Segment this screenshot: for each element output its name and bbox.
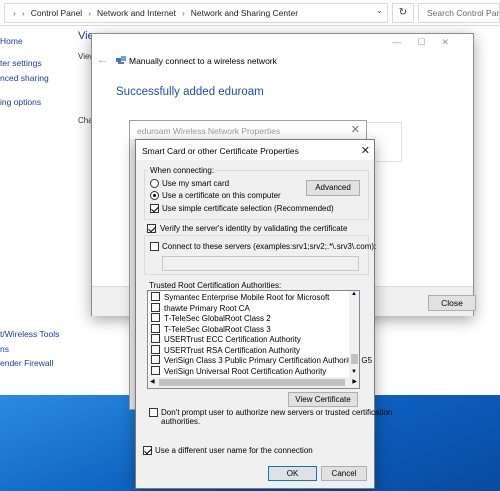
breadcrumb-control-panel[interactable]: Control Panel <box>31 8 83 18</box>
list-item[interactable]: thawte Primary Root CA <box>151 302 250 314</box>
address-bar: › › Control Panel › Network and Internet… <box>0 0 500 26</box>
scroll-thumb[interactable] <box>351 354 358 364</box>
ca-name: Symantec Enterprise Mobile Root for Micr… <box>164 293 330 302</box>
scroll-down-icon[interactable]: ▼ <box>351 369 357 375</box>
list-item[interactable]: T-TeleSec GlobalRoot Class 3 <box>151 323 271 335</box>
ca-name: VeriSign Class 3 Public Primary Certific… <box>164 356 373 365</box>
sidebar-item-media-streaming[interactable]: ing options <box>0 97 41 107</box>
eduroam-title: eduroam Wireless Network Properties <box>137 126 281 136</box>
sidebar-item-advanced-sharing[interactable]: nced sharing <box>0 73 49 83</box>
close-button[interactable]: Close <box>428 295 476 311</box>
trusted-root-label: Trusted Root Certification Authorities: <box>149 281 282 290</box>
dont-prompt-checkbox[interactable] <box>149 408 158 417</box>
ok-button[interactable]: OK <box>268 466 317 481</box>
ca-checkbox[interactable] <box>151 323 160 333</box>
scroll-left-icon[interactable]: ◀ <box>150 378 155 385</box>
chevron-right-icon: › <box>13 8 16 18</box>
ca-checkbox[interactable] <box>151 355 160 365</box>
list-item[interactable]: USERTrust ECC Certification Authority <box>151 334 301 345</box>
connect-servers-label[interactable]: Connect to these servers (examples:srv1;… <box>162 242 376 251</box>
ca-name: T-TeleSec GlobalRoot Class 3 <box>164 324 271 334</box>
dont-prompt-label-line2[interactable]: authorities. <box>161 417 200 426</box>
use-certificate-label[interactable]: Use a certificate on this computer <box>162 191 281 200</box>
ca-checkbox[interactable] <box>151 334 160 344</box>
network-icon <box>116 56 126 64</box>
connect-servers-checkbox[interactable] <box>150 242 159 251</box>
view-certificate-button[interactable]: View Certificate <box>288 392 358 407</box>
advanced-button[interactable]: Advanced <box>306 180 360 196</box>
horizontal-scrollbar[interactable]: ◀ ▶ <box>148 377 359 388</box>
ca-name: USERTrust ECC Certification Authority <box>164 335 301 344</box>
use-certificate-radio[interactable] <box>150 191 159 200</box>
when-connecting-label: When connecting: <box>148 166 217 175</box>
breadcrumb-network-internet[interactable]: Network and Internet <box>97 8 176 18</box>
different-user-label[interactable]: Use a different user name for the connec… <box>155 446 313 455</box>
dont-prompt-label[interactable]: Don't prompt user to authorize new serve… <box>161 408 392 417</box>
ca-name: thawte Primary Root CA <box>164 303 250 313</box>
smartcard-title: Smart Card or other Certificate Properti… <box>142 146 299 156</box>
breadcrumb-sharing-center[interactable]: Network and Sharing Center <box>191 8 298 18</box>
back-arrow-icon[interactable]: ← <box>97 54 108 66</box>
ca-name: T-TeleSec GlobalRoot Class 2 <box>164 314 271 323</box>
cancel-button[interactable]: Cancel <box>321 466 367 481</box>
scroll-thumb[interactable] <box>159 379 345 386</box>
smartcard-titlebar: Smart Card or other Certificate Properti… <box>136 140 374 160</box>
ca-checkbox[interactable] <box>151 344 160 354</box>
list-item[interactable]: T-TeleSec GlobalRoot Class 2 <box>151 313 271 324</box>
list-item[interactable]: USERTrust RSA Certification Authority <box>151 344 301 356</box>
different-user-checkbox[interactable] <box>143 446 152 455</box>
breadcrumb-separator: › <box>21 8 25 18</box>
scroll-up-icon[interactable]: ▲ <box>351 291 357 297</box>
eduroam-titlebar: eduroam Wireless Network Properties ✕ <box>130 121 366 139</box>
breadcrumb-separator: › <box>88 8 92 18</box>
chevron-down-icon[interactable]: ⌄ <box>376 6 383 15</box>
sidebar-item-options[interactable]: ns <box>0 344 9 354</box>
ca-checkbox[interactable] <box>151 365 160 375</box>
search-input[interactable]: Search Control Pan <box>418 3 500 23</box>
ca-checkbox[interactable] <box>151 302 160 312</box>
close-icon[interactable]: ✕ <box>351 123 360 136</box>
verify-identity-label[interactable]: Verify the server's identity by validati… <box>160 224 347 233</box>
simple-selection-checkbox[interactable] <box>150 204 159 213</box>
sidebar-item-home[interactable]: Home <box>0 36 23 46</box>
list-item[interactable]: VeriSign Universal Root Certification Au… <box>151 365 327 377</box>
ca-checkbox[interactable] <box>151 313 160 323</box>
refresh-icon[interactable]: ↻ <box>392 3 414 23</box>
list-item[interactable]: Symantec Enterprise Mobile Root for Micr… <box>151 292 330 303</box>
use-smart-card-label[interactable]: Use my smart card <box>162 179 229 188</box>
sidebar-item-defender-firewall[interactable]: ender Firewall <box>0 358 53 368</box>
simple-selection-label[interactable]: Use simple certificate selection (Recomm… <box>162 204 334 213</box>
scroll-right-icon[interactable]: ▶ <box>352 378 357 385</box>
use-smart-card-radio[interactable] <box>150 179 159 188</box>
window-controls-icon[interactable]: —☐✕ <box>392 37 465 48</box>
wizard-titlebar: ← Manually connect to a wireless network… <box>92 34 473 84</box>
address-field[interactable]: › › Control Panel › Network and Internet… <box>4 3 388 23</box>
trusted-root-list[interactable]: Symantec Enterprise Mobile Root for Micr… <box>147 290 372 389</box>
wizard-heading: Successfully added eduroam <box>116 86 264 98</box>
verify-identity-checkbox[interactable] <box>147 224 156 233</box>
breadcrumb-separator: › <box>181 8 185 18</box>
ca-name: USERTrust RSA Certification Authority <box>164 345 301 355</box>
ca-name: VeriSign Universal Root Certification Au… <box>164 366 327 376</box>
list-item[interactable]: VeriSign Class 3 Public Primary Certific… <box>151 355 373 366</box>
wizard-title: Manually connect to a wireless network <box>129 56 277 66</box>
sidebar-item-wireless-tools[interactable]: t/Wireless Tools <box>0 329 59 339</box>
servers-input[interactable] <box>162 256 359 271</box>
close-icon[interactable]: ✕ <box>361 144 370 157</box>
vertical-scrollbar[interactable]: ▲ ▼ <box>349 291 359 377</box>
sidebar-item-adapter-settings[interactable]: ter settings <box>0 58 42 68</box>
ca-checkbox[interactable] <box>151 292 160 302</box>
